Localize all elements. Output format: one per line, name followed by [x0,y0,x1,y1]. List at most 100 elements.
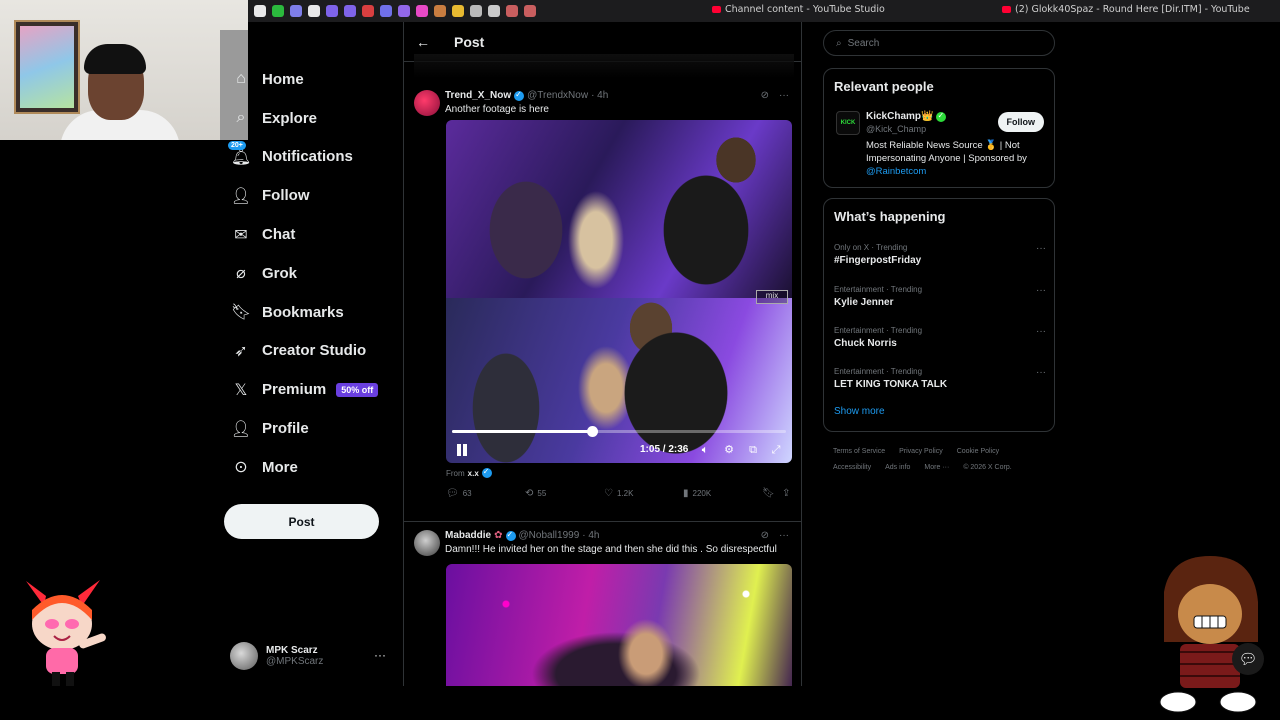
footer-link[interactable]: Privacy Policy [899,448,943,455]
browser-extension-icon[interactable] [470,5,482,17]
browser-extension-icon[interactable] [344,5,356,17]
person-add-icon: 👤︎ [230,187,252,205]
sidebar-item-notifications[interactable]: 🔔︎ Notifications 20+ [224,138,394,177]
tweet-time[interactable]: · 4h [582,530,599,541]
browser-extension-icon[interactable] [506,5,518,17]
source-account[interactable]: x.x [468,469,479,478]
sidebar-item-more[interactable]: ⊙ More [224,448,394,487]
avatar[interactable]: KICK [836,111,860,135]
trend-item[interactable]: Entertainment · Trending LET KING TONKA T… [834,367,1046,390]
video-player[interactable] [446,564,792,686]
tweet-author-handle[interactable]: @TrendxNow [527,90,588,101]
browser-tab-youtube-video[interactable]: (2) Glokk40Spaz - Round Here [Dir.ITM] -… [1002,4,1250,15]
avatar[interactable] [414,530,440,556]
repost-button[interactable]: ⟲ 55 [525,488,604,499]
sidebar-item-explore[interactable]: ⌕ Explore [224,99,394,138]
tweet-time[interactable]: · 4h [591,90,608,101]
avatar[interactable] [414,90,440,116]
trend-item[interactable]: Entertainment · Trending Chuck Norris ··· [834,326,1046,349]
search-placeholder: Search [847,37,880,49]
browser-extension-icon[interactable] [326,5,338,17]
sidebar-item-grok[interactable]: ⌀ Grok [224,254,394,293]
browser-extension-icon[interactable] [398,5,410,17]
footer-link[interactable]: Ads info [885,464,910,471]
browser-extension-icon[interactable] [524,5,536,17]
browser-extension-icon[interactable] [434,5,446,17]
grok-icon[interactable]: ⊘ [761,530,769,541]
bio-link[interactable]: @Rainbetcom [866,166,926,177]
browser-extension-icon[interactable] [362,5,374,17]
tweet-author-handle[interactable]: @Noball1999 [519,530,580,541]
share-button[interactable]: ⇪ [782,488,792,499]
search-input[interactable]: ⌕ Search [823,30,1055,56]
chat-bubble-icon[interactable]: 💬︎ [1232,643,1264,675]
show-more-link[interactable]: Show more [834,406,885,417]
pause-icon[interactable] [456,444,468,456]
video-player[interactable]: mix 1:05 / 2:36 🔈︎ ⚙︎ ⧉ ⤢ [446,120,792,463]
more-dots-icon[interactable]: ··· [1036,243,1046,254]
trend-name: Kylie Jenner [834,297,894,308]
browser-extension-icon[interactable] [380,5,392,17]
person-name[interactable]: KickChamp👑 [866,111,947,122]
post-button[interactable]: Post [224,504,379,539]
trend-item[interactable]: Entertainment · Trending Kylie Jenner ··· [834,285,1046,308]
more-dots-icon[interactable]: ··· [1036,367,1046,378]
x-logo-icon: 𝕏 [234,381,248,399]
browser-tab-youtube-studio[interactable]: Channel content - YouTube Studio [712,4,885,15]
tweet[interactable]: Trend_X_Now @TrendxNow · 4h ⊘ ··· Anothe… [404,82,801,522]
view-count: 220K [692,489,712,498]
back-arrow-icon[interactable]: ← [416,34,442,50]
views-button[interactable]: ▮ 220K [683,488,762,499]
person-bio: Most Reliable News Source 🥇 | Not Impers… [866,139,1051,178]
tweet[interactable]: Mabaddie ✿ @Noball1999 · 4h ⊘ ··· Damn!!… [404,522,801,686]
sidebar-item-label: Creator Studio [262,342,367,360]
sidebar-item-creator-studio[interactable]: ➶ Creator Studio [224,332,394,371]
sidebar-nav: ⌂ Home ⌕ Explore 🔔︎ Notifications 20+ 👤︎ Follow ✉… [224,60,394,487]
sidebar-item-chat[interactable]: ✉ Chat [224,215,394,254]
trend-category: Entertainment · Trending [834,285,923,294]
footer-link[interactable]: Terms of Service [833,448,885,455]
footer-link[interactable]: More ··· [924,464,949,471]
browser-extension-icon[interactable] [290,5,302,17]
fullscreen-icon[interactable]: ⤢ [769,443,783,457]
sidebar-item-home[interactable]: ⌂ Home [224,60,394,99]
more-dots-icon[interactable]: ··· [779,90,789,101]
browser-extension-icon[interactable] [488,5,500,17]
footer-link[interactable]: Cookie Policy [957,448,999,455]
settings-gear-icon[interactable]: ⚙︎ [722,443,736,457]
footer-link[interactable]: © 2026 X Corp. [963,464,1011,471]
youtube-icon [1002,6,1011,13]
bookmark-button[interactable]: 🔖︎ [762,488,782,499]
follow-button[interactable]: Follow [997,112,1044,132]
more-dots-icon[interactable]: ··· [779,530,789,541]
volume-icon[interactable]: 🔈︎ [698,443,712,457]
cartoon-mascot-right [1159,556,1258,713]
browser-extension-icon[interactable] [452,5,464,17]
browser-extension-icon[interactable] [254,5,266,17]
more-dots-icon[interactable]: ··· [374,648,386,662]
trend-item[interactable]: Only on X · Trending #FingerpostFriday ··· [834,243,1046,266]
pip-icon[interactable]: ⧉ [746,443,760,457]
browser-extension-icon[interactable] [308,5,320,17]
tweet-author-name[interactable]: Mabaddie [445,530,491,541]
browser-extension-icon[interactable] [416,5,428,17]
progress-fill [452,430,593,433]
grok-icon[interactable]: ⊘ [761,90,769,101]
reply-button[interactable]: 💬︎ 63 [446,488,525,499]
sidebar-item-premium[interactable]: 𝕏 Premium 50% off [224,370,394,409]
tweet-author-name[interactable]: Trend_X_Now [445,90,511,101]
like-button[interactable]: ♡ 1.2K [604,488,683,499]
tweet-text: Damn!!! He invited her on the stage and … [445,544,777,555]
footer-link[interactable]: Accessibility [833,464,871,471]
sidebar-item-profile[interactable]: 👤︎ Profile [224,409,394,448]
browser-extension-icon[interactable] [272,5,284,17]
more-dots-icon[interactable]: ··· [1036,285,1046,296]
person-handle[interactable]: @Kick_Champ [866,124,926,134]
account-switcher[interactable]: MPK Scarz @MPKScarz ··· [230,640,390,672]
video-time: 1:05 / 2:36 [640,444,689,455]
sidebar-item-bookmarks[interactable]: 🔖︎ Bookmarks [224,293,394,332]
video-progress-bar[interactable] [452,426,786,437]
more-dots-icon[interactable]: ··· [1036,326,1046,337]
sidebar-item-follow[interactable]: 👤︎ Follow [224,176,394,215]
heart-icon: ♡ [604,488,613,499]
